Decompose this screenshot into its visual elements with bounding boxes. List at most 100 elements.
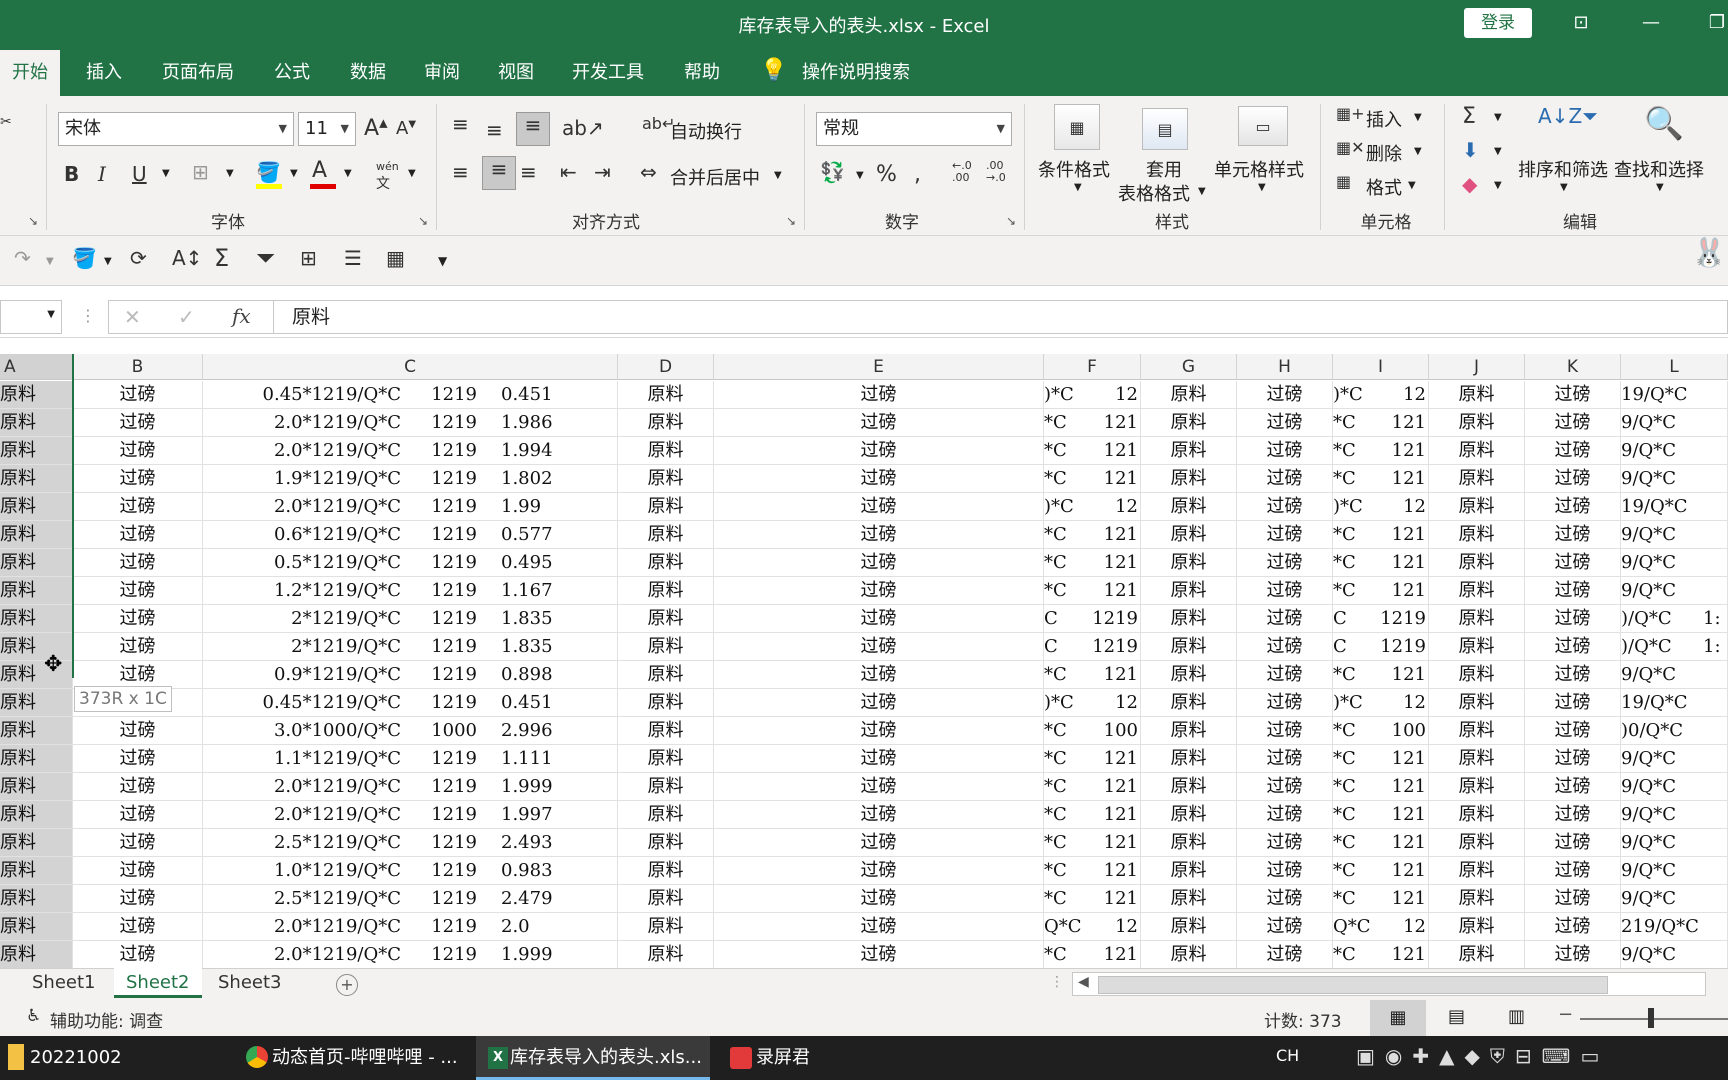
cell-c-spec[interactable]: 2*1219/Q*C xyxy=(203,605,403,633)
column-width-icon[interactable]: ⊞ xyxy=(300,246,317,270)
column-header-d[interactable]: D xyxy=(618,354,714,380)
cell-c-width[interactable]: 1219 xyxy=(403,773,479,801)
tell-me-search[interactable]: 操作说明搜索 xyxy=(790,50,922,96)
cell-e[interactable]: 过磅 xyxy=(714,493,1044,521)
cell-c-width[interactable]: 1219 xyxy=(403,689,479,717)
cell-k[interactable]: 过磅 xyxy=(1525,661,1621,689)
cell-c-spec[interactable]: 2.0*1219/Q*C xyxy=(203,773,403,801)
cell-f-value[interactable]: 121 xyxy=(1084,773,1141,801)
cell-c-width[interactable]: 1219 xyxy=(403,913,479,941)
cell-e[interactable]: 过磅 xyxy=(714,885,1044,913)
cell-b[interactable]: 过磅 xyxy=(73,381,203,409)
cell-f-spec[interactable]: *C xyxy=(1044,941,1084,968)
cell-c-weight[interactable]: 1.999 xyxy=(479,773,618,801)
sort-filter-button[interactable]: 排序和筛选 xyxy=(1518,156,1608,182)
cell-e[interactable]: 过磅 xyxy=(714,521,1044,549)
cell-f-value[interactable]: 121 xyxy=(1084,465,1141,493)
conditional-format-icon[interactable]: ▦ xyxy=(1054,104,1100,150)
align-middle-icon[interactable]: ≡ xyxy=(486,118,503,142)
cell-l-value[interactable] xyxy=(1703,437,1728,465)
cell-e[interactable]: 过磅 xyxy=(714,773,1044,801)
cell-g[interactable]: 原料 xyxy=(1141,801,1237,829)
cell-j[interactable]: 原料 xyxy=(1429,633,1525,661)
cell-f-spec[interactable]: *C xyxy=(1044,437,1084,465)
cell-b[interactable]: 过磅 xyxy=(73,801,203,829)
cell-l-spec[interactable]: )0/Q*C xyxy=(1621,717,1703,745)
sheet-tab-2[interactable]: Sheet2 xyxy=(114,968,202,998)
cell-f-value[interactable]: 121 xyxy=(1084,549,1141,577)
cell-g[interactable]: 原料 xyxy=(1141,521,1237,549)
cell-h[interactable]: 过磅 xyxy=(1237,857,1333,885)
cell-g[interactable]: 原料 xyxy=(1141,437,1237,465)
italic-icon[interactable]: I xyxy=(98,162,106,186)
cell-c-weight[interactable]: 0.577 xyxy=(479,521,618,549)
cell-g[interactable]: 原料 xyxy=(1141,689,1237,717)
cell-i-spec[interactable]: *C xyxy=(1333,549,1373,577)
cell-c-width[interactable]: 1000 xyxy=(403,717,479,745)
cell-g[interactable]: 原料 xyxy=(1141,661,1237,689)
insert-cells-icon[interactable]: ▦+ xyxy=(1336,104,1365,123)
cell-l-value[interactable] xyxy=(1703,661,1728,689)
cell-f-spec[interactable]: )*C xyxy=(1044,381,1084,409)
column-header-i[interactable]: I xyxy=(1333,354,1429,380)
cell-f-value[interactable]: 121 xyxy=(1084,801,1141,829)
cell-d[interactable]: 原料 xyxy=(618,577,714,605)
cancel-icon[interactable]: ✕ xyxy=(124,305,141,329)
cell-h[interactable]: 过磅 xyxy=(1237,689,1333,717)
cell-l-spec[interactable]: )/Q*C xyxy=(1621,605,1703,633)
cell-k[interactable]: 过磅 xyxy=(1525,857,1621,885)
insert-button[interactable]: 插入 xyxy=(1366,106,1402,132)
cell-f-spec[interactable]: *C xyxy=(1044,773,1084,801)
increase-decimal-icon[interactable]: ←.0.00 xyxy=(952,160,972,184)
cell-c-spec[interactable]: 2.0*1219/Q*C xyxy=(203,409,403,437)
cell-i-spec[interactable]: *C xyxy=(1333,465,1373,493)
cell-e[interactable]: 过磅 xyxy=(714,605,1044,633)
cell-d[interactable]: 原料 xyxy=(618,493,714,521)
cell-a[interactable]: 原料 xyxy=(0,437,73,465)
tab-formulas[interactable]: 公式 xyxy=(262,50,322,96)
fill-down-icon[interactable]: ⬇ xyxy=(1462,138,1479,162)
cell-a[interactable]: 原料 xyxy=(0,745,73,773)
cell-b[interactable]: 过磅 xyxy=(73,717,203,745)
chevron-down-icon[interactable]: ▼ xyxy=(104,256,112,267)
chart-icon[interactable]: ▦ xyxy=(386,246,405,270)
cell-d[interactable]: 原料 xyxy=(618,773,714,801)
cell-c-spec[interactable]: 2.5*1219/Q*C xyxy=(203,829,403,857)
cell-j[interactable]: 原料 xyxy=(1429,521,1525,549)
cell-c-width[interactable]: 1219 xyxy=(403,745,479,773)
cell-k[interactable]: 过磅 xyxy=(1525,941,1621,968)
cell-f-spec[interactable]: C xyxy=(1044,605,1084,633)
chevron-down-icon[interactable]: ▼ xyxy=(1560,182,1568,193)
cell-c-spec[interactable]: 3.0*1000/Q*C xyxy=(203,717,403,745)
cell-j[interactable]: 原料 xyxy=(1429,409,1525,437)
cell-d[interactable]: 原料 xyxy=(618,717,714,745)
cell-i-spec[interactable]: )*C xyxy=(1333,689,1373,717)
cell-g[interactable]: 原料 xyxy=(1141,745,1237,773)
cell-i-value[interactable]: 121 xyxy=(1373,829,1429,857)
chevron-down-icon[interactable]: ▼ xyxy=(344,168,352,179)
cell-c-spec[interactable]: 2.0*1219/Q*C xyxy=(203,493,403,521)
cell-a[interactable]: 原料 xyxy=(0,577,73,605)
cell-f-value[interactable]: 12 xyxy=(1084,493,1141,521)
cell-c-weight[interactable]: 2.0 xyxy=(479,913,618,941)
cell-h[interactable]: 过磅 xyxy=(1237,801,1333,829)
decrease-indent-icon[interactable]: ⇤ xyxy=(560,160,577,184)
chevron-down-icon[interactable]: ▼ xyxy=(1494,112,1502,123)
cell-c-spec[interactable]: 1.0*1219/Q*C xyxy=(203,857,403,885)
orientation-icon[interactable]: ab↗ xyxy=(562,116,604,140)
cell-k[interactable]: 过磅 xyxy=(1525,717,1621,745)
cell-c-weight[interactable]: 0.495 xyxy=(479,549,618,577)
cell-g[interactable]: 原料 xyxy=(1141,633,1237,661)
cell-j[interactable]: 原料 xyxy=(1429,577,1525,605)
cell-c-width[interactable]: 1219 xyxy=(403,493,479,521)
cell-l-value[interactable] xyxy=(1703,885,1728,913)
cell-f-value[interactable]: 121 xyxy=(1084,829,1141,857)
chevron-down-icon[interactable]: ▼ xyxy=(1414,146,1422,157)
cell-c-weight[interactable]: 1.994 xyxy=(479,437,618,465)
align-left-icon[interactable]: ≡ xyxy=(452,160,469,184)
cell-a[interactable]: 原料 xyxy=(0,773,73,801)
cell-e[interactable]: 过磅 xyxy=(714,549,1044,577)
cell-styles-icon[interactable]: ▭ xyxy=(1238,106,1288,146)
cell-f-value[interactable]: 121 xyxy=(1084,885,1141,913)
cell-l-value[interactable] xyxy=(1703,941,1728,968)
